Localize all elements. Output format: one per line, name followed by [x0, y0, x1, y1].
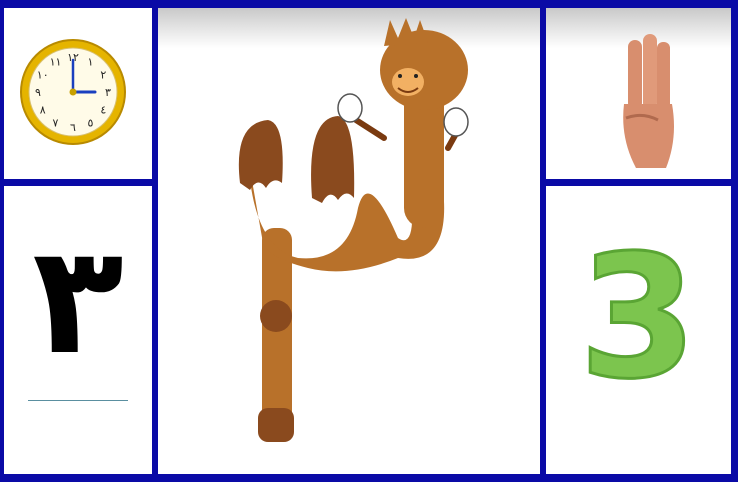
clock-panel[interactable]: ١٢ ١ ٢ ٣ ٤ ٥ ٦ ٧ ٨ ٩ ١٠ ١١: [4, 8, 152, 179]
camel-letter-panel[interactable]: [158, 8, 540, 474]
arabic-digit-three: ٣: [32, 214, 124, 388]
clock-numeral: ٥: [88, 116, 94, 129]
three-fingers-hand-icon: [623, 34, 674, 168]
green-numeral-graphic: 3: [577, 218, 698, 419]
clock-numeral: ٧: [53, 116, 59, 129]
clock-numeral: ٣: [105, 86, 111, 99]
clock-numeral: ٤: [100, 104, 106, 117]
clock-numeral: ١: [88, 56, 94, 69]
clock-numeral: ٢: [100, 69, 106, 82]
latin-digit-panel[interactable]: 3: [546, 186, 731, 474]
clock-icon: ١٢ ١٢٣٤٥٦٧٨٩١٠١١: [20, 39, 126, 145]
clock-numeral: ٦: [70, 121, 76, 134]
clock-numeral: ١١: [50, 56, 62, 69]
latin-digit-three: 3: [579, 219, 697, 417]
clock-numeral: ١٠: [37, 69, 49, 82]
three-fingers-panel[interactable]: [546, 8, 731, 179]
learning-board: ١٢ ١ ٢ ٣ ٤ ٥ ٦ ٧ ٨ ٩ ١٠ ١١ ٣ 3: [0, 0, 738, 482]
camel-icon: [238, 18, 469, 442]
clock-numeral: ٩: [35, 86, 41, 99]
clock-numeral: ٨: [40, 104, 46, 117]
arabic-digit-panel[interactable]: ٣: [4, 186, 152, 474]
writing-baseline: [28, 400, 128, 401]
